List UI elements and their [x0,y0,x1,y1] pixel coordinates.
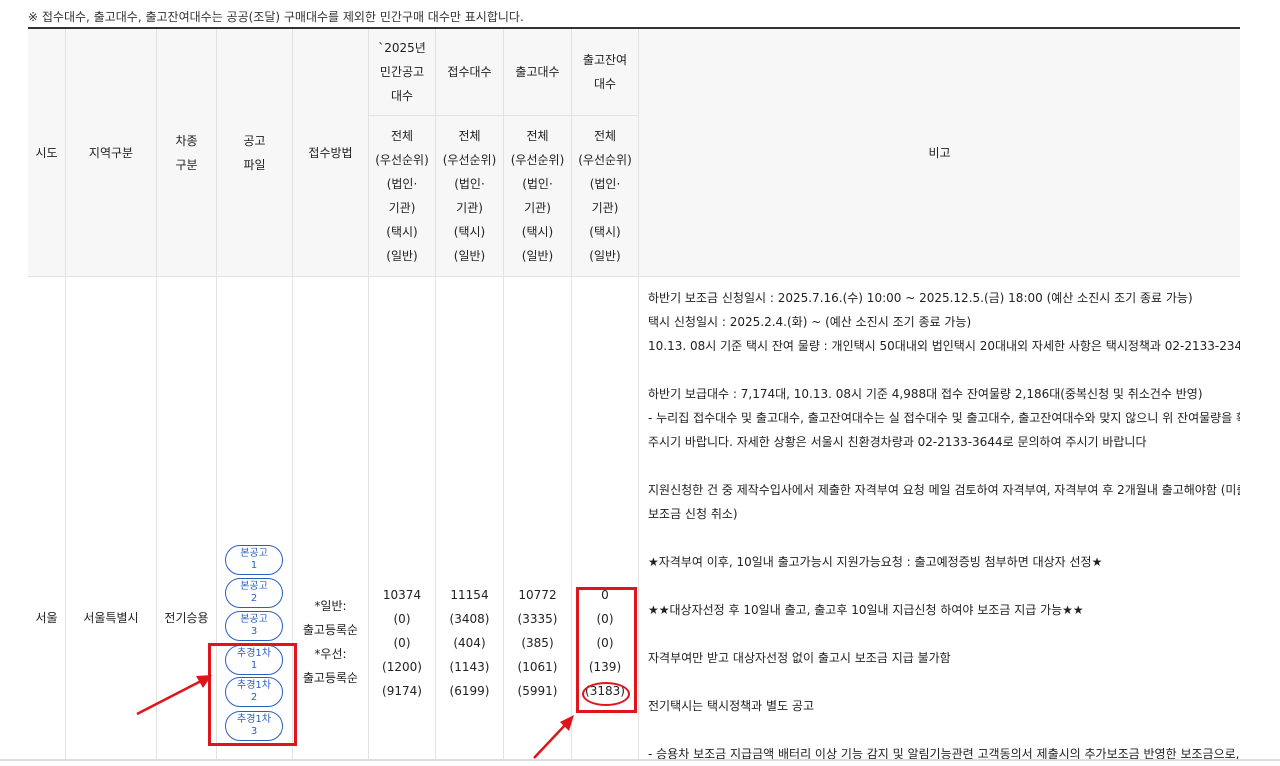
arrow-line-left [136,678,204,716]
arrow-line-right [533,722,568,759]
annotation-arrows [136,675,574,759]
